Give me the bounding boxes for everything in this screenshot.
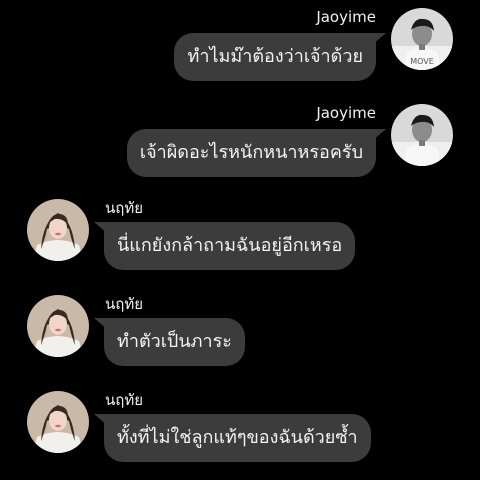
svg-text:MOVE: MOVE — [410, 57, 434, 66]
message-text: เจ้าผิดอะไรหนักหนาหรอครับ — [139, 142, 363, 163]
female-avatar-icon — [27, 199, 89, 261]
message-bubble[interactable]: นี่แกยังกล้าถามฉันอยู่อีกเหรอ — [104, 222, 356, 270]
avatar-naruthai[interactable] — [27, 199, 89, 261]
avatar-jaoyime[interactable] — [391, 104, 453, 166]
message-bubble[interactable]: ทำไมม๊าต้องว่าเจ้าด้วย — [174, 33, 376, 81]
male-avatar-bw-icon: MOVE — [391, 8, 453, 70]
sender-name: Jaoyime — [316, 104, 376, 122]
sender-name: นฤทัย — [105, 391, 144, 409]
avatar-jaoyime[interactable]: MOVE — [391, 8, 453, 70]
message-text: ทำไมม๊าต้องว่าเจ้าด้วย — [187, 46, 363, 67]
sender-name: นฤทัย — [105, 199, 144, 217]
message-text: ทำตัวเป็นภาระ — [117, 331, 232, 352]
message-text: ทั้งที่ไม่ใช่ลูกแท้ๆของฉันด้วยซ้ำ — [117, 427, 358, 448]
sender-name: นฤทัย — [105, 295, 144, 313]
message-bubble[interactable]: เจ้าผิดอะไรหนักหนาหรอครับ — [126, 129, 376, 177]
avatar-naruthai[interactable] — [27, 391, 89, 453]
male-avatar-bw-icon — [391, 104, 453, 166]
female-avatar-icon — [27, 391, 89, 453]
sender-name: Jaoyime — [316, 8, 376, 26]
chat-thread: MOVE Jaoyime ทำไมม๊าต้องว่าเจ้าด้วย Jaoy… — [0, 0, 480, 480]
message-bubble[interactable]: ทั้งที่ไม่ใช่ลูกแท้ๆของฉันด้วยซ้ำ — [104, 414, 371, 462]
avatar-naruthai[interactable] — [27, 295, 89, 357]
message-text: นี่แกยังกล้าถามฉันอยู่อีกเหรอ — [117, 235, 343, 256]
message-bubble[interactable]: ทำตัวเป็นภาระ — [104, 318, 245, 366]
female-avatar-icon — [27, 295, 89, 357]
